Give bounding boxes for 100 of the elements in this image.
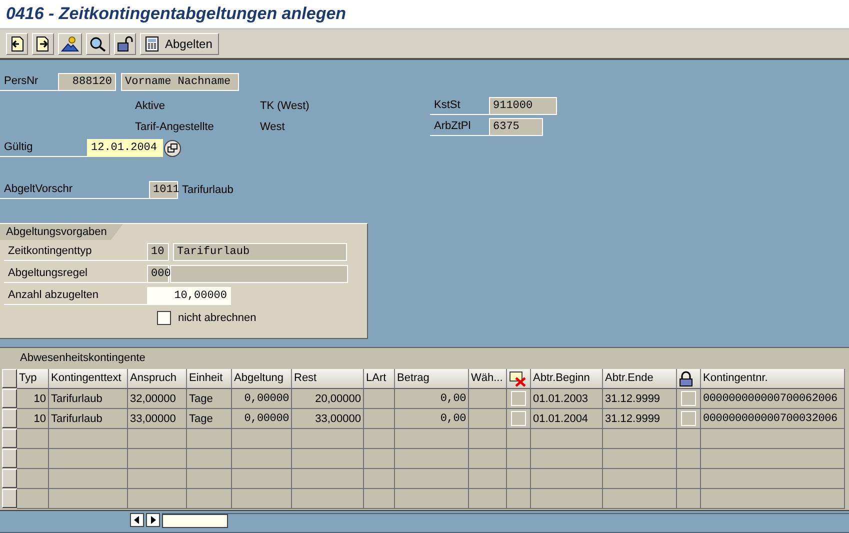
- table-cell: [232, 449, 292, 469]
- delete-icon: [509, 370, 527, 386]
- column-header[interactable]: Anspruch: [128, 369, 187, 389]
- table-cell: [469, 429, 507, 449]
- scroll-right-button[interactable]: [146, 513, 160, 527]
- row-selector[interactable]: [2, 429, 17, 448]
- scroll-left-button[interactable]: [130, 513, 144, 527]
- region-text: West: [260, 120, 286, 135]
- abgelten-button[interactable]: Abgelten: [140, 33, 220, 55]
- group-title: Abgeltungsvorgaben: [0, 224, 123, 240]
- column-header[interactable]: Abtr.Beginn: [531, 369, 603, 389]
- text-cell: Tarifurlaub: [49, 409, 128, 429]
- amount-cell: 0,00: [395, 409, 469, 429]
- column-header[interactable]: Kontingentnr.: [701, 369, 845, 389]
- name-field: Vorname Nachname: [121, 73, 239, 91]
- padlock-icon: [117, 36, 133, 52]
- unit-cell: Tage: [187, 409, 232, 429]
- text-cell: Tarifurlaub: [49, 389, 128, 409]
- table-cell: [187, 449, 232, 469]
- window-title: 0416 - Zeitkontingentabgeltungen anlegen: [6, 4, 346, 24]
- search-icon: [89, 36, 107, 52]
- personnel-number-field: 888120: [58, 73, 116, 91]
- table-cell: [128, 429, 187, 449]
- column-header[interactable]: Typ: [17, 369, 49, 389]
- padlock-icon: [679, 370, 693, 386]
- number-cell: 000000000000700062006: [701, 389, 845, 409]
- select-all-button[interactable]: [2, 369, 17, 388]
- amount-cell: 33,00000: [292, 409, 364, 429]
- row-selector[interactable]: [2, 449, 17, 468]
- table-cell: [507, 469, 531, 489]
- amount-cell: 20,00000: [292, 389, 364, 409]
- date-input-field[interactable]: 12.01.2004: [87, 139, 163, 157]
- table-cell: [507, 449, 531, 469]
- table-cell: [128, 469, 187, 489]
- work-schedule-field: 6375: [489, 118, 543, 136]
- table-cell: [292, 429, 364, 449]
- lock-button[interactable]: [114, 33, 136, 55]
- table-cell: [469, 449, 507, 469]
- table-cell: [364, 489, 395, 509]
- table-cell: [469, 469, 507, 489]
- column-header[interactable]: Kontingenttext: [49, 369, 128, 389]
- row-selector[interactable]: [2, 409, 17, 428]
- table-cell: [364, 469, 395, 489]
- mountain-sun-icon: [61, 36, 79, 52]
- table-cell: [531, 449, 603, 469]
- amount-cell: 32,00000: [128, 389, 187, 409]
- table-cell: [292, 469, 364, 489]
- table-cell: [531, 469, 603, 489]
- next-button[interactable]: [32, 33, 54, 55]
- table-cell: [364, 429, 395, 449]
- value-help-icon[interactable]: [164, 140, 181, 157]
- column-header[interactable]: Einheit: [187, 369, 232, 389]
- horizontal-scrollbar[interactable]: [162, 512, 849, 528]
- status-text: Aktive: [135, 99, 166, 114]
- row-selector[interactable]: [2, 389, 17, 408]
- column-header[interactable]: [507, 369, 531, 389]
- row-selector[interactable]: [2, 489, 17, 508]
- previous-button[interactable]: [6, 33, 28, 55]
- table-cell: [364, 389, 395, 409]
- checkbox[interactable]: [157, 311, 171, 325]
- rule-field: 000: [147, 265, 169, 283]
- document-left-arrow-icon: [9, 36, 25, 52]
- number-cell: 000000000000700032006: [701, 409, 845, 429]
- table-cell: [187, 469, 232, 489]
- table-cell: [292, 489, 364, 509]
- column-header[interactable]: Abgeltung: [232, 369, 292, 389]
- table-cell: [531, 429, 603, 449]
- amount-input-field[interactable]: 10,00000: [147, 287, 231, 305]
- column-header[interactable]: Rest: [292, 369, 364, 389]
- calculator-icon: [145, 36, 159, 52]
- typ-cell: 10: [17, 409, 49, 429]
- table-cell: [232, 489, 292, 509]
- row-selector[interactable]: [2, 469, 17, 488]
- checkbox-label: nicht abrechnen: [178, 310, 256, 326]
- table-cell: [677, 489, 701, 509]
- amount-cell: 33,00000: [128, 409, 187, 429]
- table-cell: [17, 469, 49, 489]
- amount-cell: 0,00000: [232, 389, 292, 409]
- table-cell: [128, 449, 187, 469]
- table-cell: [187, 429, 232, 449]
- date-cell: 31.12.9999: [603, 389, 677, 409]
- quota-type-field: 10: [147, 243, 169, 261]
- overview-button[interactable]: [58, 33, 82, 55]
- date-cell: 01.01.2004: [531, 409, 603, 429]
- table-cell: [364, 409, 395, 429]
- region-text: TK (West): [260, 99, 310, 114]
- column-header[interactable]: [677, 369, 701, 389]
- table-cell: [17, 449, 49, 469]
- rule-text: Tarifurlaub: [182, 183, 234, 198]
- column-header[interactable]: Abtr.Ende: [603, 369, 677, 389]
- table-cell: [232, 469, 292, 489]
- column-header[interactable]: LArt: [364, 369, 395, 389]
- rule-code-field: 1011: [149, 181, 178, 199]
- column-header[interactable]: Wäh...: [469, 369, 507, 389]
- typ-cell: 10: [17, 389, 49, 409]
- table-cell: [187, 489, 232, 509]
- column-header[interactable]: Betrag: [395, 369, 469, 389]
- table-cell: [507, 489, 531, 509]
- search-button[interactable]: [86, 33, 110, 55]
- status-text: Tarif-Angestellte: [135, 120, 215, 135]
